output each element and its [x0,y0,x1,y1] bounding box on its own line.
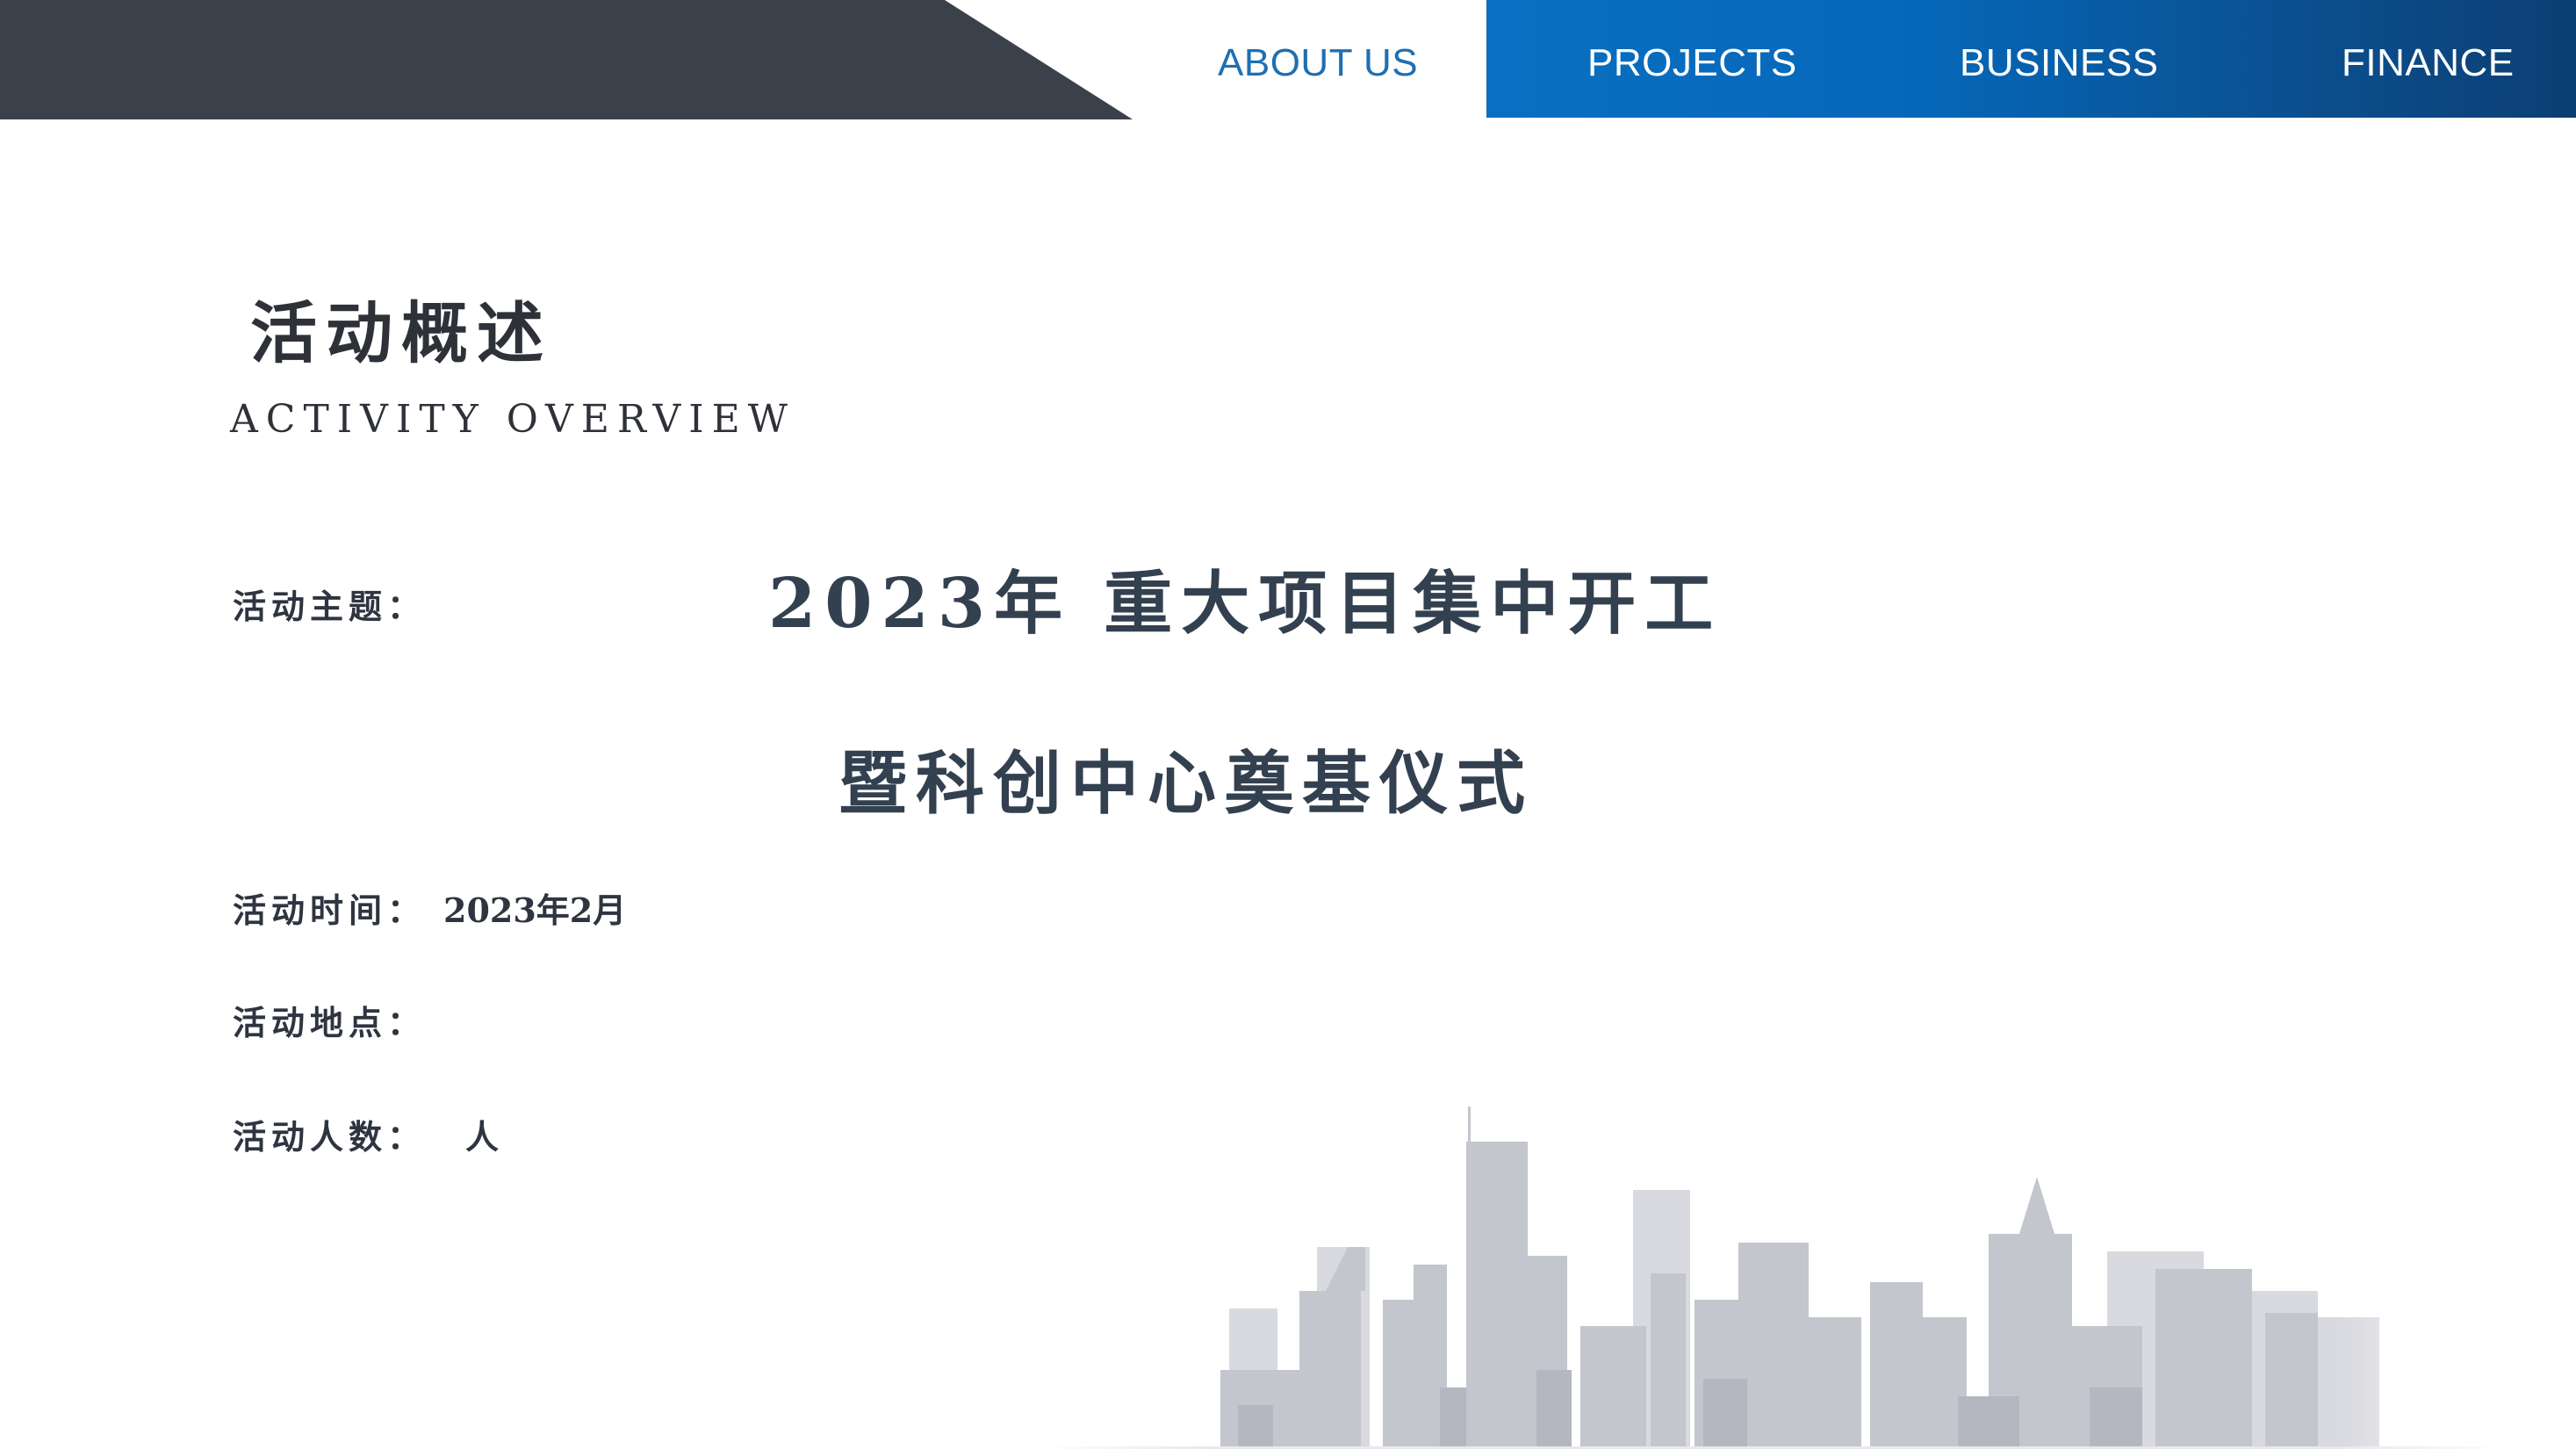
theme-headline-line2: 暨科创中心奠基仪式 [838,744,1535,824]
header-dark-bar [0,0,1133,119]
theme-label: 活动主题： [233,587,427,626]
people-label: 活动人数： [233,1117,427,1157]
time-label: 活动时间： [233,890,427,930]
section-title-chinese: 活动概述 [250,294,552,372]
place-label: 活动地点： [233,1003,427,1042]
people-value: 人 [465,1117,500,1157]
theme-headline-line1: 2023年 重大项目集中开工 [768,564,1723,644]
nav-about-us[interactable]: ABOUT US [1218,0,1418,118]
nav-finance[interactable]: FINANCE [2342,0,2515,118]
nav-business[interactable]: BUSINESS [1960,0,2159,118]
city-skyline-image [1036,1036,2485,1449]
nav-projects[interactable]: PROJECTS [1587,0,1797,118]
time-value: 2023年2月 [443,890,627,930]
section-title-english: ACTIVITY OVERVIEW [230,397,795,442]
